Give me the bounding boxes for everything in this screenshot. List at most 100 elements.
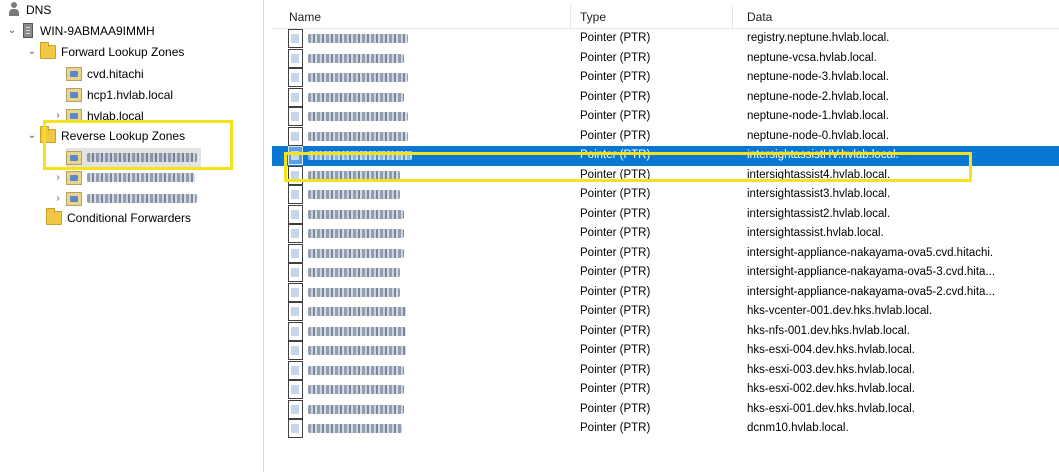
folder-icon <box>40 41 56 59</box>
table-row[interactable]: Pointer (PTR) registry.neptune.hvlab.loca… <box>272 29 1059 49</box>
table-row[interactable]: Pointer (PTR) neptune-node-1.hvlab.local. <box>272 107 1059 127</box>
chevron-right-icon[interactable]: › <box>52 172 64 184</box>
table-row[interactable]: Pointer (PTR) hks-nfs-001.dev.hks.hvlab.l… <box>272 321 1059 342</box>
table-row[interactable]: Pointer (PTR) dcnm10.hvlab.local. <box>272 419 1059 439</box>
record-data: hks-esxi-003.dev.hks.hvlab.local. <box>747 363 915 376</box>
ptr-record-icon <box>288 68 303 87</box>
tree-label-reverse-zones: Reverse Lookup Zones <box>61 128 186 143</box>
table-row[interactable]: Pointer (PTR) neptune-vcsa.hvlab.local. <box>272 48 1059 69</box>
table-row[interactable]: Pointer (PTR) hks-vcenter-001.dev.hks.hvl… <box>272 302 1059 322</box>
tree-item-zone-hvlab[interactable]: › hvlab.local <box>52 106 144 125</box>
redacted-zone-name <box>87 153 197 162</box>
redacted-record-name <box>308 346 406 355</box>
ptr-record-icon <box>288 185 303 204</box>
record-data: intersight-appliance-nakayama-ova5-3.cvd… <box>747 266 996 278</box>
ptr-record-icon <box>288 341 303 360</box>
record-data: neptune-node-1.hvlab.local. <box>747 110 889 122</box>
zone-icon <box>66 150 82 165</box>
column-divider[interactable] <box>732 5 733 29</box>
record-data: neptune-node-0.hvlab.local. <box>747 129 889 142</box>
record-type: Pointer (PTR) <box>580 149 651 161</box>
ptr-record-icon <box>288 29 303 48</box>
tree-item-reverse-lookup-zones[interactable]: ⌄ Reverse Lookup Zones <box>26 125 186 145</box>
table-row[interactable]: Pointer (PTR) hks-esxi-001.dev.hks.hvlab.… <box>272 399 1059 420</box>
record-data: intersight-appliance-nakayama-ova5.cvd.h… <box>747 246 994 259</box>
record-data: hks-nfs-001.dev.hks.hvlab.local. <box>747 324 910 337</box>
table-row[interactable]: Pointer (PTR) intersightassist.hvlab.loca… <box>272 224 1059 244</box>
record-type: Pointer (PTR) <box>580 207 651 220</box>
ptr-record-icon <box>288 48 303 68</box>
record-type: Pointer (PTR) <box>580 32 651 44</box>
tree-label-zone: hcp1.hvlab.local <box>87 87 174 102</box>
redacted-record-name <box>308 404 404 414</box>
record-data: hks-esxi-001.dev.hks.hvlab.local. <box>747 402 915 415</box>
redacted-record-name <box>308 34 408 43</box>
table-row[interactable]: Pointer (PTR) neptune-node-3.hvlab.local. <box>272 68 1059 88</box>
tree-label-server: WIN-9ABMAA9IMMH <box>40 23 155 38</box>
ptr-record-icon <box>288 360 303 380</box>
redacted-record-name <box>308 92 404 102</box>
record-data: hks-esxi-004.dev.hks.hvlab.local. <box>747 344 915 356</box>
table-row[interactable]: Pointer (PTR) intersightassist2.hvlab.loc… <box>272 204 1059 225</box>
record-type: Pointer (PTR) <box>580 266 651 278</box>
chevron-down-icon[interactable]: ⌄ <box>26 130 38 142</box>
column-header-name[interactable]: Name <box>289 10 321 24</box>
column-header-data[interactable]: Data <box>747 10 772 24</box>
ptr-record-icon <box>288 87 303 107</box>
table-row[interactable]: Pointer (PTR) intersight-appliance-nakaya… <box>272 263 1059 283</box>
record-data: hks-vcenter-001.dev.hks.hvlab.local. <box>747 305 933 317</box>
ptr-record-icon <box>288 243 303 263</box>
tree-item-dns[interactable]: DNS <box>6 0 51 19</box>
record-type: Pointer (PTR) <box>580 168 651 181</box>
redacted-record-name <box>308 268 400 277</box>
table-row[interactable]: Pointer (PTR) intersightassistHV.hvlab.lo… <box>272 146 1059 166</box>
table-row[interactable]: Pointer (PTR) intersightassist3.hvlab.loc… <box>272 185 1059 205</box>
server-icon <box>23 23 33 38</box>
table-row[interactable]: Pointer (PTR) intersight-appliance-nakaya… <box>272 243 1059 264</box>
table-row[interactable]: Pointer (PTR) hks-esxi-004.dev.hks.hvlab.… <box>272 341 1059 361</box>
tree-item-server[interactable]: ⌄ WIN-9ABMAA9IMMH <box>6 21 155 40</box>
tree-item-conditional-forwarders[interactable]: Conditional Forwarders <box>46 207 192 227</box>
tree-label-zone: cvd.hitachi <box>87 66 144 81</box>
table-row[interactable]: Pointer (PTR) hks-esxi-002.dev.hks.hvlab.… <box>272 380 1059 400</box>
record-data: hks-esxi-002.dev.hks.hvlab.local. <box>747 383 915 395</box>
ptr-record-icon <box>288 146 303 165</box>
redacted-record-name <box>308 73 408 82</box>
chevron-right-icon[interactable]: › <box>52 193 64 205</box>
table-row[interactable]: Pointer (PTR) neptune-node-0.hvlab.local. <box>272 126 1059 147</box>
table-row[interactable]: Pointer (PTR) intersightassist4.hvlab.loc… <box>272 165 1059 186</box>
table-row[interactable]: Pointer (PTR) intersight-appliance-nakaya… <box>272 282 1059 303</box>
redacted-record-name <box>308 131 408 141</box>
column-divider[interactable] <box>570 5 571 29</box>
tree-item-reverse-zone-selected[interactable] <box>66 148 201 167</box>
record-type: Pointer (PTR) <box>580 344 651 356</box>
tree-item-reverse-zone[interactable]: › <box>52 168 195 187</box>
table-row[interactable]: Pointer (PTR) hks-esxi-003.dev.hks.hvlab.… <box>272 360 1059 381</box>
record-data: neptune-node-2.hvlab.local. <box>747 90 889 103</box>
record-type: Pointer (PTR) <box>580 71 651 83</box>
console-tree: DNS ⌄ WIN-9ABMAA9IMMH ⌄ Forward Lookup Z… <box>0 0 264 472</box>
record-type: Pointer (PTR) <box>580 305 651 317</box>
tree-item-zone-hcp1[interactable]: hcp1.hvlab.local <box>66 85 173 104</box>
tree-item-reverse-zone[interactable]: › <box>52 189 197 208</box>
table-row[interactable]: Pointer (PTR) neptune-node-2.hvlab.local. <box>272 87 1059 108</box>
column-header-type[interactable]: Type <box>580 10 606 24</box>
ptr-record-icon <box>288 224 303 243</box>
redacted-zone-name <box>87 173 195 182</box>
ptr-record-icon <box>288 399 303 419</box>
tree-label-conditional-forwarders: Conditional Forwarders <box>67 210 192 225</box>
record-type: Pointer (PTR) <box>580 246 651 259</box>
records-list: Name Type Data Pointer (PTR) registry.nep… <box>272 0 1059 472</box>
chevron-down-icon[interactable]: ⌄ <box>26 46 38 58</box>
chevron-down-icon[interactable]: ⌄ <box>6 25 18 37</box>
zone-icon <box>66 108 82 123</box>
ptr-record-icon <box>288 204 303 224</box>
redacted-zone-name <box>87 194 197 203</box>
tree-item-forward-lookup-zones[interactable]: ⌄ Forward Lookup Zones <box>26 41 184 61</box>
record-data: intersightassist2.hvlab.local. <box>747 207 891 220</box>
record-type: Pointer (PTR) <box>580 363 651 376</box>
record-type: Pointer (PTR) <box>580 90 651 103</box>
redacted-record-name <box>308 170 400 180</box>
tree-item-zone-cvd-hitachi[interactable]: cvd.hitachi <box>66 64 144 83</box>
chevron-right-icon[interactable]: › <box>52 110 64 122</box>
